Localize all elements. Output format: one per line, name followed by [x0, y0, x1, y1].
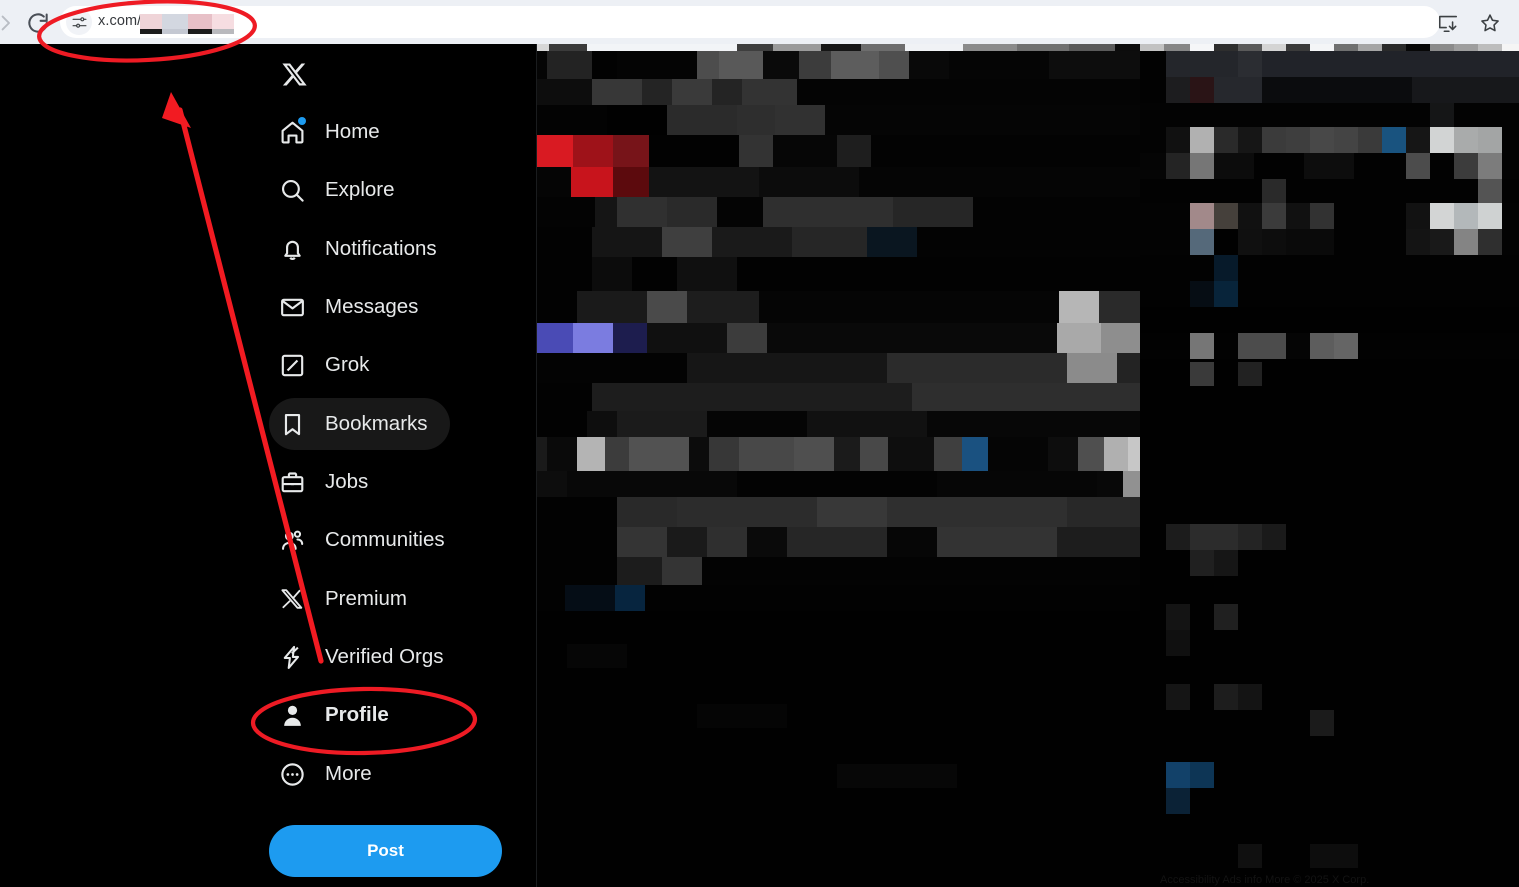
url-redacted-mosaic	[140, 14, 234, 34]
toolbar-right-actions	[1437, 10, 1501, 36]
bell-icon	[277, 234, 307, 264]
post-button[interactable]: Post	[269, 825, 502, 877]
communities-icon	[277, 525, 307, 555]
envelope-icon	[277, 292, 307, 322]
sidebar-item-verified-orgs[interactable]: Verified Orgs	[269, 631, 466, 683]
sidebar-item-label: Verified Orgs	[325, 644, 444, 668]
sidebar-item-bookmarks[interactable]: Bookmarks	[269, 398, 450, 450]
sidebar-item-messages[interactable]: Messages	[269, 281, 440, 333]
sidebar-item-label: Premium	[325, 586, 408, 610]
reload-icon[interactable]	[24, 10, 52, 36]
grok-icon	[277, 350, 307, 380]
main-content-redacted: Accessibility Ads info More © 2025 X Cor…	[537, 44, 1519, 887]
browser-toolbar: x.com/	[0, 0, 1519, 44]
footer-text: Accessibility Ads info More © 2025 X Cor…	[1160, 874, 1370, 886]
sidebar-item-label: Communities	[325, 527, 445, 551]
sidebar-item-grok[interactable]: Grok	[269, 339, 391, 391]
sidebar-item-more[interactable]: More	[269, 748, 394, 800]
home-icon	[277, 117, 307, 147]
sidebar-item-notifications[interactable]: Notifications	[269, 223, 459, 275]
sidebar-item-jobs[interactable]: Jobs	[269, 456, 390, 508]
x-premium-icon	[277, 584, 307, 614]
sidebar-item-home[interactable]: Home	[269, 106, 402, 158]
person-icon	[277, 700, 307, 730]
star-bookmark-icon[interactable]	[1479, 12, 1501, 34]
url-text: x.com/	[98, 13, 142, 29]
primary-sidebar: Home Explore Notifications Messages Grok…	[0, 44, 537, 887]
timeline-mosaic	[537, 44, 1145, 887]
install-app-icon[interactable]	[1437, 12, 1459, 34]
sidebar-item-label: More	[325, 761, 372, 785]
more-circle-icon	[277, 759, 307, 789]
address-bar[interactable]	[60, 6, 1440, 38]
sidebar-item-premium[interactable]: Premium	[269, 573, 429, 625]
right-column-mosaic: Accessibility Ads info More © 2025 X Cor…	[1140, 44, 1519, 887]
sidebar-item-label: Notifications	[325, 236, 437, 260]
x-logo-icon[interactable]	[276, 56, 312, 92]
sidebar-item-label: Grok	[325, 352, 370, 376]
sidebar-item-label: Home	[325, 119, 380, 143]
search-icon	[277, 175, 307, 205]
home-unread-dot	[298, 117, 306, 125]
sidebar-item-communities[interactable]: Communities	[269, 514, 467, 566]
lightning-icon	[277, 642, 307, 672]
sidebar-item-profile[interactable]: Profile	[269, 689, 411, 741]
briefcase-icon	[277, 467, 307, 497]
sidebar-item-explore[interactable]: Explore	[269, 164, 417, 216]
bookmark-icon	[277, 409, 307, 439]
site-settings-sliders-icon[interactable]	[66, 9, 92, 35]
sidebar-item-label: Jobs	[325, 469, 369, 493]
sidebar-item-label: Bookmarks	[325, 411, 428, 435]
forward-arrow-icon[interactable]	[0, 12, 22, 34]
page-body: Home Explore Notifications Messages Grok…	[0, 44, 1519, 887]
sidebar-item-label: Profile	[325, 702, 389, 726]
sidebar-item-label: Messages	[325, 294, 419, 318]
sidebar-item-label: Explore	[325, 177, 395, 201]
